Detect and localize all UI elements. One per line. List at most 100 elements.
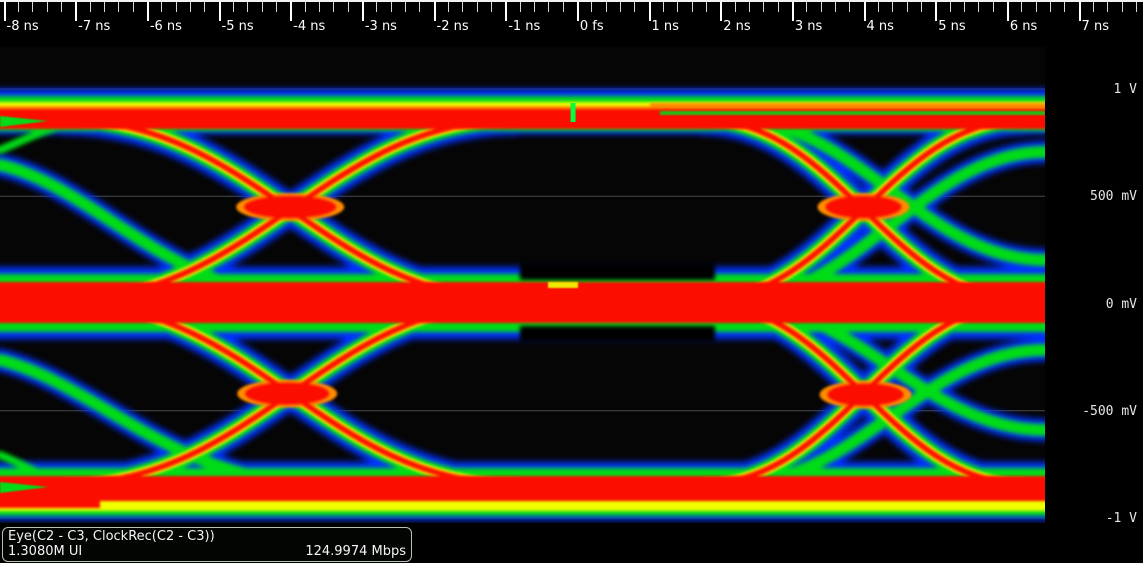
major-tick bbox=[75, 2, 77, 21]
minor-tick bbox=[892, 2, 893, 12]
minor-tick bbox=[348, 2, 349, 12]
minor-tick bbox=[376, 2, 377, 12]
major-tick bbox=[649, 2, 651, 21]
minor-tick bbox=[663, 2, 664, 12]
time-tick-label: 5 ns bbox=[938, 19, 965, 34]
trace-descriptor-box[interactable]: Eye(C2 - C3, ClockRec(C2 - C3)) 1.3080M … bbox=[2, 527, 412, 562]
minor-tick bbox=[247, 2, 248, 12]
major-tick bbox=[290, 2, 292, 21]
minor-tick bbox=[677, 2, 678, 12]
time-tick-label: -6 ns bbox=[150, 19, 182, 34]
minor-tick bbox=[534, 2, 535, 12]
oscilloscope-screen: -8 ns-7 ns-6 ns-5 ns-4 ns-3 ns-2 ns-1 ns… bbox=[0, 0, 1143, 563]
measurement-marker bbox=[571, 103, 576, 122]
minor-tick bbox=[319, 2, 320, 12]
minor-tick bbox=[190, 2, 191, 12]
minor-tick bbox=[921, 2, 922, 12]
minor-tick bbox=[548, 2, 549, 12]
minor-tick bbox=[993, 2, 994, 12]
minor-tick bbox=[1036, 2, 1037, 12]
major-tick bbox=[1007, 2, 1009, 21]
minor-tick bbox=[477, 2, 478, 12]
voltage-axis: 1 V 500 mV 0 mV -500 mV -1 V bbox=[1045, 0, 1143, 563]
major-tick bbox=[147, 2, 149, 21]
trace-title: Eye(C2 - C3, ClockRec(C2 - C3)) bbox=[8, 529, 406, 544]
minor-tick bbox=[448, 2, 449, 12]
minor-tick bbox=[620, 2, 621, 12]
minor-tick bbox=[950, 2, 951, 12]
minor-tick bbox=[47, 2, 48, 12]
time-ruler: -8 ns-7 ns-6 ns-5 ns-4 ns-3 ns-2 ns-1 ns… bbox=[0, 0, 1143, 44]
voltage-tick-label: 500 mV bbox=[1090, 189, 1137, 204]
voltage-tick-label: -500 mV bbox=[1082, 404, 1137, 419]
minor-tick bbox=[520, 2, 521, 12]
ui-count: 1.3080M UI bbox=[8, 544, 82, 559]
voltage-tick-label: -1 V bbox=[1106, 511, 1137, 526]
minor-tick bbox=[233, 2, 234, 12]
trace-stats-row: 1.3080M UI 124.9974 Mbps bbox=[8, 544, 406, 559]
minor-tick bbox=[763, 2, 764, 12]
minor-tick bbox=[276, 2, 277, 12]
time-tick-label: -7 ns bbox=[78, 19, 110, 34]
time-tick-label: 2 ns bbox=[723, 19, 750, 34]
minor-tick bbox=[305, 2, 306, 12]
major-tick bbox=[4, 2, 6, 21]
major-tick bbox=[720, 2, 722, 21]
voltage-tick-label: 1 V bbox=[1114, 82, 1137, 97]
minor-tick bbox=[491, 2, 492, 12]
minor-tick bbox=[706, 2, 707, 12]
minor-tick bbox=[104, 2, 105, 12]
minor-tick bbox=[964, 2, 965, 12]
minor-tick bbox=[90, 2, 91, 12]
minor-tick bbox=[133, 2, 134, 12]
minor-tick bbox=[161, 2, 162, 12]
minor-tick bbox=[778, 2, 779, 12]
minor-tick bbox=[333, 2, 334, 12]
time-tick-label: -5 ns bbox=[222, 19, 254, 34]
time-tick-label: 4 ns bbox=[867, 19, 894, 34]
major-tick bbox=[505, 2, 507, 21]
minor-tick bbox=[419, 2, 420, 12]
eye-diagram-heatmap bbox=[0, 47, 1045, 523]
time-tick-label: 1 ns bbox=[652, 19, 679, 34]
minor-tick bbox=[591, 2, 592, 12]
time-tick-label: 0 fs bbox=[580, 19, 604, 34]
major-tick bbox=[434, 2, 436, 21]
time-tick-label: -2 ns bbox=[437, 19, 469, 34]
ruler-baseline bbox=[0, 0, 1143, 2]
minor-tick bbox=[405, 2, 406, 12]
eye-diagram-plot[interactable] bbox=[0, 47, 1045, 523]
minor-tick bbox=[61, 2, 62, 12]
minor-tick bbox=[878, 2, 879, 12]
bit-rate: 124.9974 Mbps bbox=[305, 544, 406, 559]
minor-tick bbox=[176, 2, 177, 12]
major-tick bbox=[864, 2, 866, 21]
time-tick-label: -3 ns bbox=[365, 19, 397, 34]
minor-tick bbox=[835, 2, 836, 12]
time-tick-label: 3 ns bbox=[795, 19, 822, 34]
minor-tick bbox=[907, 2, 908, 12]
minor-tick bbox=[749, 2, 750, 12]
major-tick bbox=[935, 2, 937, 21]
minor-tick bbox=[821, 2, 822, 12]
major-tick bbox=[362, 2, 364, 21]
minor-tick bbox=[692, 2, 693, 12]
minor-tick bbox=[735, 2, 736, 12]
time-tick-label: -4 ns bbox=[293, 19, 325, 34]
minor-tick bbox=[978, 2, 979, 12]
major-tick bbox=[219, 2, 221, 21]
minor-tick bbox=[262, 2, 263, 12]
minor-tick bbox=[634, 2, 635, 12]
minor-tick bbox=[849, 2, 850, 12]
minor-tick bbox=[563, 2, 564, 12]
minor-tick bbox=[806, 2, 807, 12]
time-tick-label: -8 ns bbox=[7, 19, 39, 34]
minor-tick bbox=[462, 2, 463, 12]
minor-tick bbox=[32, 2, 33, 12]
voltage-tick-label: 0 mV bbox=[1106, 297, 1137, 312]
minor-tick bbox=[606, 2, 607, 12]
minor-tick bbox=[391, 2, 392, 12]
major-tick bbox=[792, 2, 794, 21]
minor-tick bbox=[1021, 2, 1022, 12]
minor-tick bbox=[204, 2, 205, 12]
